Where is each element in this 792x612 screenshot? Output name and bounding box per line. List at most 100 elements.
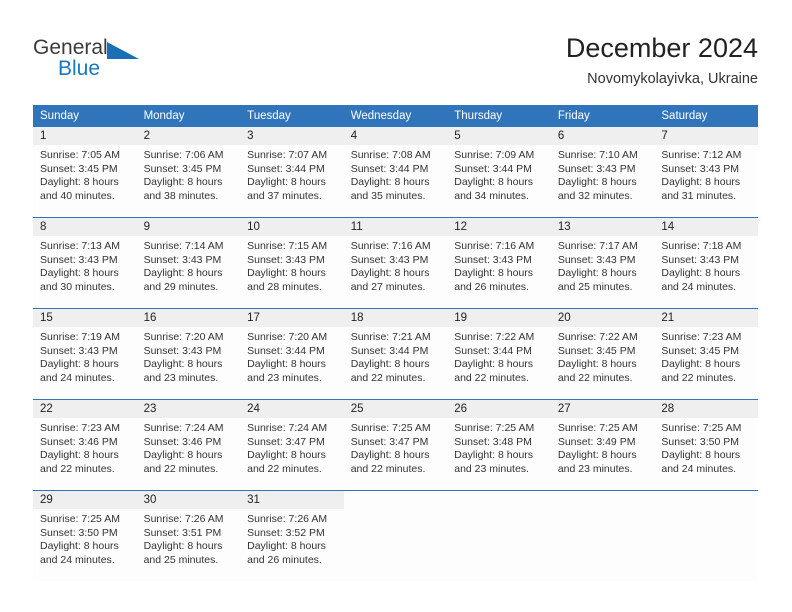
day-daylight-text: and 24 minutes. bbox=[40, 553, 115, 566]
day-daylight-text: and 32 minutes. bbox=[557, 189, 633, 202]
day-number-cell[interactable]: 23 bbox=[136, 399, 241, 418]
week-detail-row: Sunrise: 7:19 AM Sunset: 3:43 PM Daylight:… bbox=[33, 327, 758, 400]
day-sunrise-text: Sunrise: 7:19 AM bbox=[40, 331, 120, 343]
week-daynumber-row: 22 23 24 25 26 27 28 bbox=[33, 399, 758, 418]
week-daynumber-row: 1234567 bbox=[33, 127, 758, 145]
day-number-cell[interactable]: 7 bbox=[654, 127, 758, 145]
day-number-cell[interactable]: 20 bbox=[550, 308, 655, 327]
day-sunrise-text: Sunrise: 7:13 AM bbox=[40, 240, 120, 252]
calendar-table: Sunday Monday Tuesday Wednesday Thursday… bbox=[33, 105, 758, 581]
day-sunset-text: Sunset: 3:48 PM bbox=[454, 435, 532, 448]
day-detail-cell: Sunrise: 7:16 AM Sunset: 3:43 PM Daylight:… bbox=[447, 236, 551, 309]
day-daylight-text: Daylight: 8 hours bbox=[661, 449, 741, 461]
triangle-icon bbox=[107, 42, 139, 59]
day-sunset-text: Sunset: 3:43 PM bbox=[557, 162, 636, 175]
day-number-cell[interactable]: 12 bbox=[447, 217, 551, 236]
day-detail-cell: Sunrise: 7:10 AM Sunset: 3:43 PM Daylight:… bbox=[550, 145, 655, 218]
day-detail-cell: Sunrise: 7:18 AM Sunset: 3:43 PM Daylight:… bbox=[654, 236, 758, 309]
day-number-cell[interactable]: 29 bbox=[33, 490, 137, 509]
day-daylight-text: and 38 minutes. bbox=[143, 189, 219, 202]
day-sunrise-text: Sunrise: 7:16 AM bbox=[350, 240, 431, 252]
day-cell-empty bbox=[343, 490, 448, 509]
day-daylight-text: and 22 minutes. bbox=[454, 371, 529, 384]
day-number-cell[interactable]: 8 bbox=[33, 217, 137, 236]
day-number-cell[interactable]: 14 bbox=[654, 217, 758, 236]
day-number-cell[interactable]: 17 bbox=[240, 308, 344, 327]
day-detail-cell: Sunrise: 7:23 AM Sunset: 3:45 PM Daylight:… bbox=[654, 327, 758, 400]
day-sunset-text: Sunset: 3:45 PM bbox=[661, 344, 740, 357]
day-number-cell[interactable]: 30 bbox=[136, 490, 241, 509]
day-daylight-text: Daylight: 8 hours bbox=[143, 449, 223, 461]
week-daynumber-row: 8 9 10 11 12 13 14 bbox=[33, 217, 758, 236]
day-detail-cell: Sunrise: 7:16 AM Sunset: 3:43 PM Daylight:… bbox=[343, 236, 448, 309]
day-daylight-text: and 24 minutes. bbox=[40, 371, 115, 384]
day-number-cell[interactable]: 26 bbox=[447, 399, 551, 418]
day-sunrise-text: Sunrise: 7:18 AM bbox=[661, 240, 742, 252]
day-daylight-text: Daylight: 8 hours bbox=[454, 176, 534, 188]
day-number-cell[interactable]: 18 bbox=[343, 308, 448, 327]
day-sunset-text: Sunset: 3:43 PM bbox=[350, 253, 429, 266]
day-daylight-text: Daylight: 8 hours bbox=[40, 358, 119, 370]
day-number-cell[interactable]: 4 bbox=[343, 127, 448, 145]
day-detail-cell: Sunrise: 7:05 AM Sunset: 3:45 PM Daylight:… bbox=[33, 145, 137, 218]
day-daylight-text: Daylight: 8 hours bbox=[350, 267, 430, 279]
day-sunset-text: Sunset: 3:44 PM bbox=[247, 344, 325, 357]
day-number-cell[interactable]: 25 bbox=[343, 399, 448, 418]
day-number-cell[interactable]: 5 bbox=[447, 127, 551, 145]
day-number-cell[interactable]: 31 bbox=[240, 490, 344, 509]
day-daylight-text: Daylight: 8 hours bbox=[661, 267, 741, 279]
day-daylight-text: and 28 minutes. bbox=[247, 280, 322, 293]
day-number-cell[interactable]: 11 bbox=[343, 217, 448, 236]
day-number-cell[interactable]: 15 bbox=[33, 308, 137, 327]
day-sunset-text: Sunset: 3:44 PM bbox=[350, 344, 429, 357]
day-sunset-text: Sunset: 3:44 PM bbox=[247, 162, 325, 175]
day-daylight-text: Daylight: 8 hours bbox=[661, 358, 741, 370]
day-daylight-text: and 25 minutes. bbox=[557, 280, 633, 293]
day-number-cell[interactable]: 28 bbox=[654, 399, 758, 418]
day-daylight-text: Daylight: 8 hours bbox=[40, 540, 119, 552]
day-sunrise-text: Sunrise: 7:17 AM bbox=[557, 240, 638, 252]
day-sunset-text: Sunset: 3:44 PM bbox=[350, 162, 429, 175]
day-sunset-text: Sunset: 3:43 PM bbox=[247, 253, 325, 266]
day-sunrise-text: Sunrise: 7:23 AM bbox=[40, 422, 120, 434]
day-sunset-text: Sunset: 3:43 PM bbox=[40, 253, 118, 266]
day-number-cell[interactable]: 19 bbox=[447, 308, 551, 327]
location-subtitle: Novomykolayivka, Ukraine bbox=[587, 71, 758, 87]
day-number-cell[interactable]: 9 bbox=[136, 217, 241, 236]
day-number-cell[interactable]: 2 bbox=[136, 127, 241, 145]
day-daylight-text: Daylight: 8 hours bbox=[557, 267, 637, 279]
day-daylight-text: and 23 minutes. bbox=[557, 462, 633, 475]
day-detail-empty bbox=[343, 509, 448, 581]
day-daylight-text: and 22 minutes. bbox=[557, 371, 633, 384]
day-cell-empty bbox=[550, 490, 655, 509]
day-detail-cell: Sunrise: 7:26 AM Sunset: 3:51 PM Daylight:… bbox=[136, 509, 241, 581]
day-detail-cell: Sunrise: 7:20 AM Sunset: 3:43 PM Daylight:… bbox=[136, 327, 241, 400]
day-number-cell[interactable]: 21 bbox=[654, 308, 758, 327]
day-sunset-text: Sunset: 3:43 PM bbox=[661, 253, 740, 266]
day-detail-cell: Sunrise: 7:15 AM Sunset: 3:43 PM Daylight:… bbox=[240, 236, 344, 309]
day-sunrise-text: Sunrise: 7:24 AM bbox=[247, 422, 328, 434]
day-number-cell[interactable]: 13 bbox=[550, 217, 655, 236]
day-daylight-text: Daylight: 8 hours bbox=[40, 449, 119, 461]
day-daylight-text: Daylight: 8 hours bbox=[350, 358, 430, 370]
day-number-cell[interactable]: 16 bbox=[136, 308, 241, 327]
general-blue-logo[interactable]: General Blue bbox=[33, 36, 183, 88]
day-number-cell[interactable]: 1 bbox=[33, 127, 137, 145]
day-daylight-text: Daylight: 8 hours bbox=[454, 358, 534, 370]
logo-text-blue: Blue bbox=[58, 57, 101, 80]
day-daylight-text: Daylight: 8 hours bbox=[661, 176, 741, 188]
day-number-cell[interactable]: 24 bbox=[240, 399, 344, 418]
day-detail-empty bbox=[447, 509, 551, 581]
day-number-cell[interactable]: 3 bbox=[240, 127, 344, 145]
day-sunrise-text: Sunrise: 7:07 AM bbox=[247, 149, 328, 161]
day-detail-cell: Sunrise: 7:26 AM Sunset: 3:52 PM Daylight:… bbox=[240, 509, 344, 581]
day-number-cell[interactable]: 6 bbox=[550, 127, 655, 145]
day-sunset-text: Sunset: 3:43 PM bbox=[40, 344, 118, 357]
day-number-cell[interactable]: 22 bbox=[33, 399, 137, 418]
day-daylight-text: Daylight: 8 hours bbox=[143, 358, 223, 370]
title-block: December 2024 Novomykolayivka, Ukraine bbox=[566, 32, 758, 89]
day-daylight-text: Daylight: 8 hours bbox=[40, 176, 119, 188]
day-number-cell[interactable]: 10 bbox=[240, 217, 344, 236]
day-number-cell[interactable]: 27 bbox=[550, 399, 655, 418]
day-sunset-text: Sunset: 3:46 PM bbox=[40, 435, 118, 448]
